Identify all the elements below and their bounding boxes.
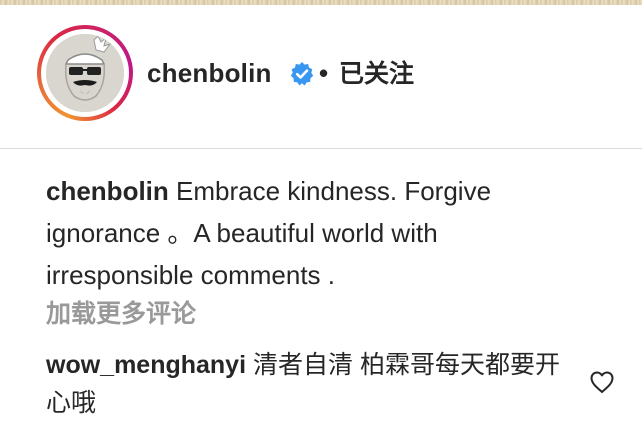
caption-username[interactable]: chenbolin <box>46 176 169 206</box>
profile-username[interactable]: chenbolin <box>147 58 272 88</box>
story-ring[interactable] <box>37 25 133 121</box>
avatar[interactable] <box>46 34 124 112</box>
verified-badge-icon <box>290 62 314 86</box>
avatar-illustration <box>46 34 124 112</box>
comment-item: wow_menghanyi 清者自清 柏霖哥每天都要开心哦 <box>46 346 566 422</box>
header-divider <box>0 148 642 149</box>
post-caption: chenbolin Embrace kindness. Forgive igno… <box>46 170 566 296</box>
comment-username[interactable]: wow_menghanyi <box>46 351 246 379</box>
load-more-comments-button[interactable]: 加载更多评论 <box>46 294 196 334</box>
post-header: chenbolin • 已关注 <box>0 5 642 148</box>
heart-outline-icon[interactable] <box>588 368 616 396</box>
separator-dot: • <box>319 58 329 88</box>
following-button[interactable]: 已关注 <box>339 59 414 89</box>
